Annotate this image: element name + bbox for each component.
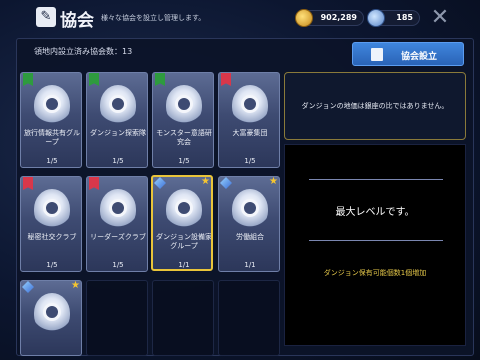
divider <box>309 240 443 241</box>
gem-value: 185 <box>396 13 413 22</box>
document-icon <box>371 48 383 61</box>
upgrade-tag <box>89 73 99 86</box>
association-card[interactable]: モンスター意語研究会 1/5 <box>152 72 214 168</box>
gold-value: 902,289 <box>320 13 357 22</box>
diamond-tag-icon <box>220 177 232 189</box>
empty-slot <box>152 280 214 356</box>
upgrade-tag <box>155 73 165 86</box>
association-card[interactable]: リーダーズクラブ 1/5 <box>86 176 148 272</box>
association-level: 1/5 <box>178 157 190 165</box>
association-emblem <box>232 85 268 125</box>
association-name: 秘密社交クラブ <box>27 233 77 241</box>
association-emblem <box>100 85 136 125</box>
association-icon: ✎ <box>36 7 56 27</box>
association-name: ダンジョン設備家グループ <box>156 233 212 250</box>
empty-slot <box>218 280 280 356</box>
bonus-effect-text: ダンジョン保有可能個数1個増加 <box>323 269 427 277</box>
association-count-label: 領地内設立済み協会数：13 <box>34 47 133 56</box>
association-card-selected[interactable]: ★ ダンジョン設備家グループ 1/1 <box>151 175 213 271</box>
association-emblem <box>34 85 70 125</box>
association-card[interactable]: ダンジョン探索隊 1/5 <box>86 72 148 168</box>
star-icon: ★ <box>269 176 278 187</box>
association-level: 1/5 <box>46 157 58 165</box>
association-emblem <box>166 85 202 125</box>
association-emblem <box>166 189 202 229</box>
association-emblem <box>232 189 268 229</box>
description-box: ダンジョンの地価は銀座の比ではありません。 <box>284 72 466 140</box>
header: ✎ 協会 様々な協会を設立し管理します。 902,289 185 ✕ <box>0 0 480 36</box>
association-name: モンスター意語研究会 <box>156 129 212 146</box>
association-emblem <box>34 189 70 229</box>
association-card[interactable]: ★ <box>20 280 82 356</box>
gem-icon <box>367 9 385 27</box>
max-level-text: 最大レベルです。 <box>335 207 415 218</box>
association-level: 1/5 <box>244 157 256 165</box>
empty-slot <box>86 280 148 356</box>
level-detail-box: 最大レベルです。 ダンジョン保有可能個数1個増加 <box>284 144 466 346</box>
association-level: 1/5 <box>112 157 124 165</box>
association-name: ダンジョン探索隊 <box>90 129 146 137</box>
establish-association-button[interactable]: 協会設立 <box>352 42 464 66</box>
association-name: リーダーズクラブ <box>90 233 146 241</box>
diamond-tag-icon <box>22 281 34 293</box>
association-level: 1/1 <box>178 261 190 269</box>
establish-association-label: 協会設立 <box>401 52 438 62</box>
association-emblem <box>100 189 136 229</box>
star-icon: ★ <box>201 176 210 187</box>
page-title: 協会 <box>60 11 94 31</box>
close-icon[interactable]: ✕ <box>428 6 452 30</box>
star-icon: ★ <box>71 280 80 291</box>
association-card[interactable]: 秘密社交クラブ 1/5 <box>20 176 82 272</box>
gem-counter: 185 <box>367 9 420 27</box>
association-name: 大富豪集団 <box>232 129 268 137</box>
gold-counter: 902,289 <box>295 9 364 27</box>
association-card[interactable]: 大富豪集団 1/5 <box>218 72 280 168</box>
association-level: 1/5 <box>112 261 124 269</box>
rank-tag <box>221 73 231 86</box>
description-text: ダンジョンの地価は銀座の比ではありません。 <box>301 102 449 110</box>
upgrade-tag <box>23 73 33 86</box>
association-name: 労働組合 <box>236 233 264 241</box>
diamond-tag-icon <box>154 177 166 189</box>
association-card[interactable]: ★ 労働組合 1/1 <box>218 176 280 272</box>
association-level: 1/5 <box>46 261 58 269</box>
divider <box>309 179 443 180</box>
gold-coin-icon <box>295 9 313 27</box>
rank-tag <box>89 177 99 190</box>
association-name: 旅行情報共有グループ <box>24 129 80 146</box>
rank-tag <box>23 177 33 190</box>
page-subtitle: 様々な協会を設立し管理します。 <box>101 14 206 22</box>
association-card[interactable]: 旅行情報共有グループ 1/5 <box>20 72 82 168</box>
association-emblem <box>34 293 70 333</box>
association-level: 1/1 <box>244 261 256 269</box>
